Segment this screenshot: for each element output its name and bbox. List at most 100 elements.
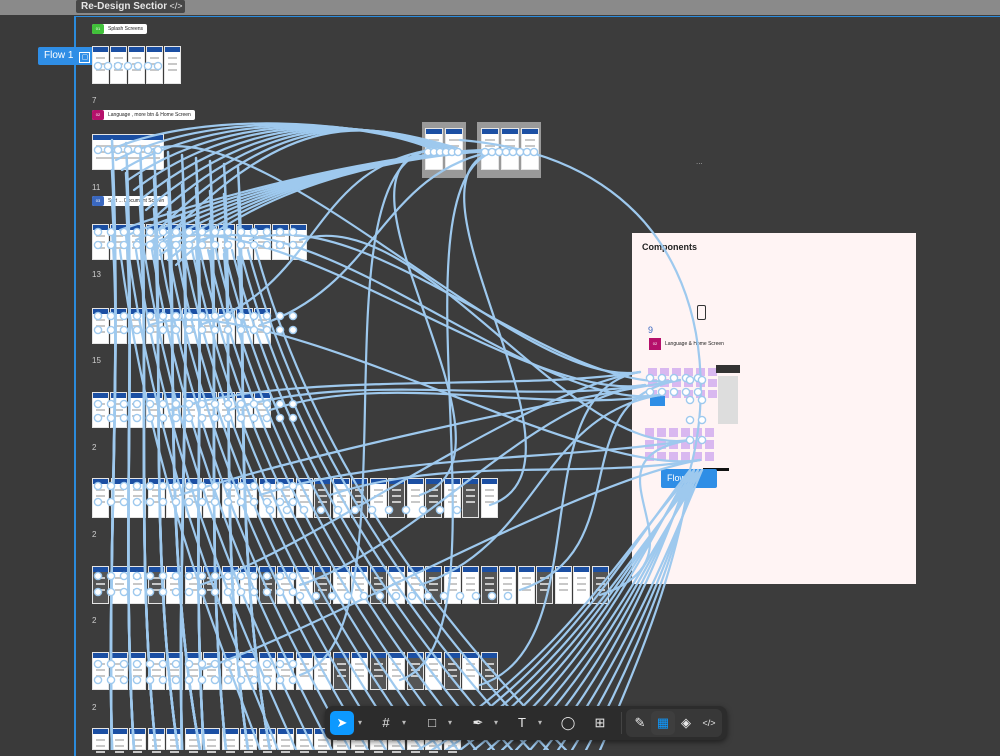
chevron-down-icon[interactable]: ▾ [445,711,455,735]
connection-node[interactable] [275,497,285,507]
connection-node[interactable] [171,481,181,491]
connection-node[interactable] [223,325,233,335]
connection-node[interactable] [119,227,129,237]
connection-node[interactable] [132,497,142,507]
connection-node[interactable] [133,145,143,155]
connection-node[interactable] [236,240,246,250]
move-tool-button[interactable]: ➤ [330,711,354,735]
connection-node[interactable] [262,587,272,597]
connection-node[interactable] [275,325,285,335]
connection-node[interactable] [184,497,194,507]
connection-node[interactable] [275,571,285,581]
connection-node[interactable] [275,311,285,321]
connection-node[interactable] [288,675,298,685]
connection-node[interactable] [262,675,272,685]
connection-node[interactable] [119,240,129,250]
connection-node[interactable] [288,587,298,597]
connection-node[interactable] [145,675,155,685]
connection-node[interactable] [93,481,103,491]
connection-node[interactable] [316,505,326,515]
frame-tool-button[interactable]: # [374,711,398,735]
connection-node[interactable] [407,591,417,601]
connection-node[interactable] [685,435,695,445]
connection-node[interactable] [197,675,207,685]
connection-node[interactable] [236,413,246,423]
connection-node[interactable] [158,227,168,237]
connection-node[interactable] [508,147,518,157]
connection-node[interactable] [262,240,272,250]
connection-node[interactable] [132,587,142,597]
connection-node[interactable] [275,413,285,423]
connection-node[interactable] [515,147,525,157]
connection-node[interactable] [93,325,103,335]
connection-node[interactable] [119,325,129,335]
connection-node[interactable] [143,145,153,155]
connection-node[interactable] [119,481,129,491]
connection-node[interactable] [197,240,207,250]
connection-node[interactable] [249,227,259,237]
connection-node[interactable] [93,227,103,237]
connection-node[interactable] [480,147,490,157]
connection-node[interactable] [106,481,116,491]
connection-node[interactable] [249,311,259,321]
connection-node[interactable] [197,587,207,597]
connection-node[interactable] [93,61,103,71]
connection-node[interactable] [249,497,259,507]
connection-node[interactable] [359,591,369,601]
connection-node[interactable] [119,399,129,409]
connection-node[interactable] [350,505,360,515]
comment-tool-button[interactable]: ◯ [556,711,580,735]
connection-node[interactable] [132,399,142,409]
connection-node[interactable] [210,227,220,237]
connection-node[interactable] [93,413,103,423]
connection-node[interactable] [184,675,194,685]
connection-node[interactable] [487,147,497,157]
connection-node[interactable] [223,399,233,409]
connection-node[interactable] [262,497,272,507]
connection-node[interactable] [106,240,116,250]
connection-node[interactable] [685,415,695,425]
connection-node[interactable] [452,505,462,515]
connection-node[interactable] [197,325,207,335]
connection-node[interactable] [145,659,155,669]
connection-node[interactable] [275,675,285,685]
connection-node[interactable] [210,659,220,669]
connection-node[interactable] [119,497,129,507]
connection-node[interactable] [455,591,465,601]
connection-node[interactable] [197,571,207,581]
connection-node[interactable] [236,659,246,669]
connection-node[interactable] [171,571,181,581]
connection-node[interactable] [645,373,655,383]
connection-node[interactable] [288,240,298,250]
connection-node[interactable] [143,61,153,71]
connection-node[interactable] [282,505,292,515]
connection-node[interactable] [145,325,155,335]
connection-node[interactable] [93,675,103,685]
connection-node[interactable] [367,505,377,515]
connection-node[interactable] [210,325,220,335]
connection-node[interactable] [522,147,532,157]
connection-node[interactable] [103,61,113,71]
connection-node[interactable] [184,659,194,669]
connection-node[interactable] [132,481,142,491]
connection-node[interactable] [184,325,194,335]
connection-node[interactable] [158,675,168,685]
connection-node[interactable] [145,240,155,250]
connection-node[interactable] [106,311,116,321]
connection-node[interactable] [132,311,142,321]
connection-node[interactable] [119,659,129,669]
connection-node[interactable] [494,147,504,157]
connection-node[interactable] [106,659,116,669]
connection-node[interactable] [119,675,129,685]
connection-node[interactable] [184,311,194,321]
connection-node[interactable] [158,587,168,597]
connection-node[interactable] [275,659,285,669]
connection-node[interactable] [423,591,433,601]
connection-node[interactable] [471,591,481,601]
connection-node[interactable] [681,387,691,397]
connection-node[interactable] [275,240,285,250]
connection-node[interactable] [288,413,298,423]
connection-node[interactable] [487,591,497,601]
connection-node[interactable] [236,311,246,321]
connection-node[interactable] [288,481,298,491]
